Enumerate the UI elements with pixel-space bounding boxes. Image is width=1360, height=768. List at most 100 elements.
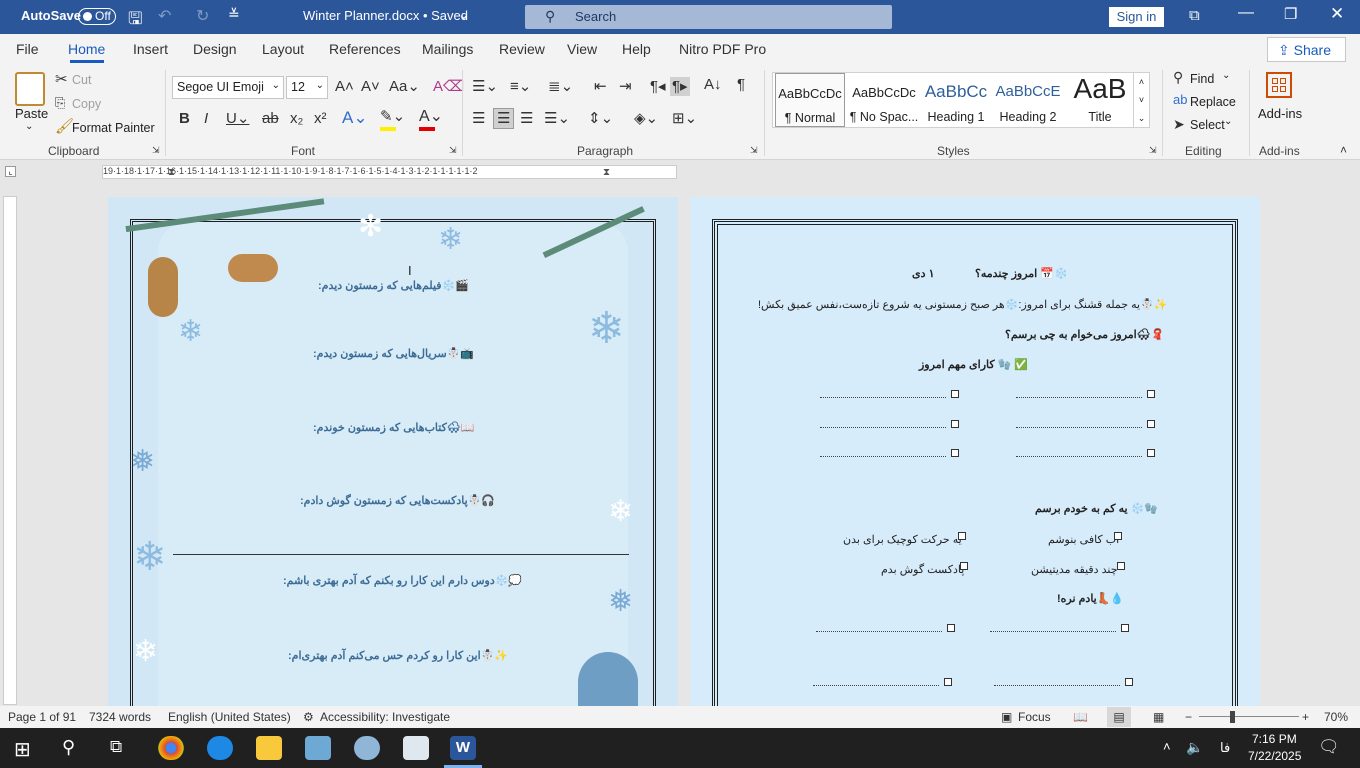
style-title[interactable]: AaB Title [1065, 73, 1135, 127]
checkbox[interactable] [944, 678, 952, 686]
strikethrough-icon[interactable]: ab [262, 111, 279, 126]
checkbox[interactable] [960, 562, 968, 570]
share-button[interactable]: ⇪ Share [1267, 37, 1346, 62]
task-line[interactable] [990, 631, 1116, 632]
styles-scroll[interactable]: ˄ ˅ ⌄ [1133, 72, 1150, 128]
tab-references[interactable]: References [329, 41, 401, 57]
add-ins-icon[interactable] [1266, 72, 1292, 98]
font-color-icon[interactable]: A⌄ [419, 109, 443, 125]
text-effects-icon[interactable]: A⌄ [342, 109, 368, 126]
zoom-in-icon[interactable]: + [1302, 710, 1309, 724]
self-care-item[interactable]: چند دقیقه مدیتیشن [1031, 563, 1118, 576]
font-name-select[interactable]: Segoe UI Emoji ⌄ [172, 76, 284, 99]
scroll-up-icon[interactable]: ˄ [1134, 73, 1149, 91]
self-care-item[interactable]: یه حرکت کوچیک برای بدن [843, 533, 962, 546]
task-line[interactable] [820, 427, 946, 428]
word-count[interactable]: 7324 words [89, 710, 151, 724]
style-normal[interactable]: AaBbCcDc ¶ Normal [775, 73, 845, 127]
style-no-spacing[interactable]: AaBbCcDc ¶ No Spac... [848, 73, 920, 127]
windows-start-icon[interactable]: ⊞ [14, 737, 31, 762]
copy-button[interactable]: Copy [72, 97, 101, 111]
style-heading-1[interactable]: AaBbCc Heading 1 [921, 73, 991, 127]
chevron-up-icon[interactable]: ˄ [1163, 739, 1171, 754]
collapse-ribbon-icon[interactable]: ˄ [1340, 144, 1347, 156]
minimize-icon[interactable]: — [1238, 4, 1254, 22]
checkbox[interactable] [1121, 624, 1129, 632]
checkbox[interactable] [1125, 678, 1133, 686]
shrink-font-icon[interactable]: A˅ [361, 79, 380, 94]
task-line[interactable] [820, 456, 946, 457]
line-spacing-icon[interactable]: ⇕⌄ [588, 111, 613, 126]
page-left[interactable]: ❄ ❄ ❄ ❅ ❄ ❄ ❅ ❄ ✻ I 🎬❄️فیلم‌هایی که زمست… [108, 197, 678, 706]
autosave-toggle[interactable]: Off [78, 8, 116, 25]
did-better-heading[interactable]: ✨☃️این کارا رو کردم حس می‌کنم آدم بهتری‌… [288, 649, 508, 662]
borders-icon[interactable]: ⊞⌄ [672, 111, 697, 126]
clock-time[interactable]: 7:16 PM [1252, 732, 1297, 746]
more-styles-icon[interactable]: ⌄ [1134, 109, 1149, 127]
checkbox[interactable] [1117, 562, 1125, 570]
change-case-icon[interactable]: Aa⌄ [389, 79, 420, 94]
file-explorer-icon[interactable] [256, 736, 282, 760]
self-care-heading[interactable]: 🧤❄️ یه کم به خودم برسم [1035, 502, 1158, 515]
self-care-item[interactable]: آب کافی بنوشم [1048, 533, 1119, 546]
daily-sentence[interactable]: ✨☃️یه جمله قشنگ برای امروز:❄️هر صبح زمست… [758, 298, 1167, 311]
align-left-icon[interactable]: ☰ [472, 111, 485, 126]
increase-indent-icon[interactable]: ⇥ [619, 79, 632, 94]
dialog-launcher-icon[interactable]: ⇲ [449, 146, 457, 155]
font-size-select[interactable]: 12 ⌄ [286, 76, 328, 99]
tab-file[interactable]: File [16, 41, 39, 57]
undo-icon[interactable]: ↶ [158, 6, 171, 26]
sort-icon[interactable]: A↓ [704, 77, 722, 92]
tab-review[interactable]: Review [499, 41, 545, 57]
indent-marker-icon[interactable]: ⧗ [603, 167, 610, 178]
important-tasks-heading[interactable]: ✅ 🧤 کارای مهم امروز [919, 358, 1028, 371]
tab-design[interactable]: Design [193, 41, 237, 57]
chrome-icon[interactable] [158, 736, 184, 760]
find-button[interactable]: Find [1190, 72, 1214, 86]
ruler-scale[interactable]: 19·1·18·1·17·1·16·1·15·1·14·1·13·1·12·1·… [102, 165, 677, 179]
format-painter-button[interactable]: Format Painter [72, 121, 155, 135]
add-ins-button[interactable]: Add-ins [1258, 106, 1302, 121]
search-icon[interactable]: ⚲ [62, 737, 75, 758]
paste-label[interactable]: Paste [15, 106, 48, 121]
edge-icon[interactable] [207, 736, 233, 760]
word-icon[interactable]: W [450, 736, 476, 760]
accessibility-status[interactable]: Accessibility: Investigate [320, 710, 450, 724]
vertical-ruler[interactable] [3, 196, 17, 705]
indent-marker-icon[interactable]: ⧗ [168, 167, 175, 178]
notifications-icon[interactable]: 🗨 [1318, 737, 1340, 757]
show-marks-icon[interactable]: ¶ [737, 77, 745, 92]
checkbox[interactable] [951, 449, 959, 457]
checkbox[interactable] [951, 420, 959, 428]
zoom-out-icon[interactable]: − [1185, 710, 1192, 724]
task-line[interactable] [1016, 427, 1142, 428]
language-status[interactable]: English (United States) [168, 710, 291, 724]
clock-date[interactable]: 7/22/2025 [1248, 749, 1301, 763]
zoom-slider[interactable] [1199, 716, 1299, 717]
self-care-item[interactable]: پادکست گوش بدم [881, 563, 964, 576]
tab-nitro-pdf[interactable]: Nitro PDF Pro [679, 41, 766, 57]
numbering-icon[interactable]: ≡⌄ [510, 79, 531, 94]
date-question[interactable]: ❄️📅 امروز چندمه؟ [975, 267, 1068, 280]
checkbox[interactable] [951, 390, 959, 398]
subscript-icon[interactable]: x₂ [290, 111, 303, 126]
zoom-level[interactable]: 70% [1324, 710, 1348, 724]
tab-help[interactable]: Help [622, 41, 651, 57]
checkbox[interactable] [1114, 532, 1122, 540]
web-layout-icon[interactable]: ▦ [1153, 710, 1164, 724]
italic-icon[interactable]: I [204, 111, 208, 126]
tab-home[interactable]: Home [68, 41, 105, 57]
read-mode-icon[interactable]: 📖 [1073, 710, 1088, 724]
rtl-icon[interactable]: ¶◂ [650, 79, 666, 94]
justify-icon[interactable]: ☰⌄ [544, 111, 570, 126]
checkbox[interactable] [958, 532, 966, 540]
series-heading[interactable]: 📺☃️سریال‌هایی که زمستون دیدم: [313, 347, 474, 360]
search-box[interactable]: ⚲ Search [525, 5, 892, 29]
dialog-launcher-icon[interactable]: ⇲ [750, 146, 758, 155]
task-line[interactable] [816, 631, 942, 632]
redo-icon[interactable]: ↻ [196, 6, 209, 26]
tab-selector-icon[interactable]: ⌞ [5, 166, 16, 177]
checkbox[interactable] [1147, 390, 1155, 398]
close-icon[interactable]: ✕ [1330, 4, 1344, 24]
grow-font-icon[interactable]: A˄ [335, 79, 354, 94]
